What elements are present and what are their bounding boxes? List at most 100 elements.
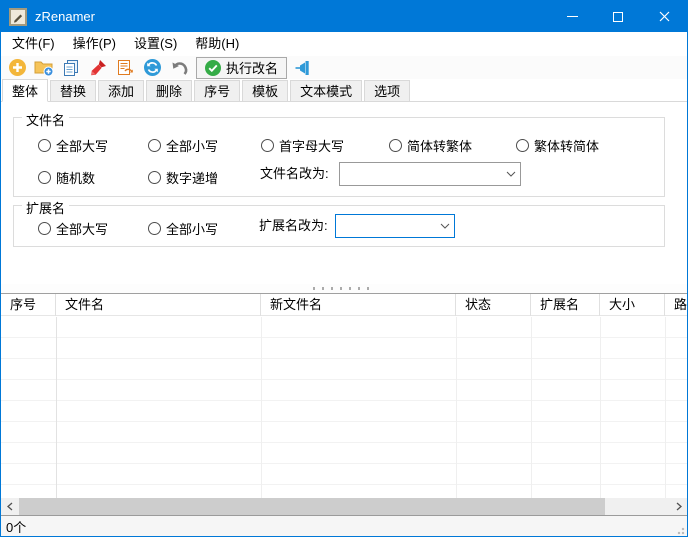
minimize-icon xyxy=(567,16,578,17)
tab-bar: 整体 替换 添加 删除 序号 模板 文本模式 选项 xyxy=(1,79,687,102)
radio-filename-lowercase[interactable]: 全部小写 xyxy=(148,136,218,155)
pin-icon xyxy=(294,60,314,76)
file-table: 序号 文件名 新文件名 状态 扩展名 大小 路径 xyxy=(1,293,687,516)
execute-rename-label: 执行改名 xyxy=(226,58,278,77)
chevron-down-icon[interactable] xyxy=(436,223,454,229)
title-bar: zRenamer xyxy=(1,1,687,32)
pin-button[interactable] xyxy=(294,58,314,78)
file-list-icon xyxy=(62,59,80,77)
menu-bar: 文件(F) 操作(P) 设置(S) 帮助(H) xyxy=(1,32,687,56)
radio-filename-capitalize[interactable]: 首字母大写 xyxy=(261,136,344,155)
extension-group-title: 扩展名 xyxy=(22,198,69,217)
radio-label: 全部大写 xyxy=(56,219,108,238)
column-divider xyxy=(665,317,666,499)
extension-combo[interactable] xyxy=(335,214,455,238)
menu-settings[interactable]: 设置(S) xyxy=(125,32,186,56)
radio-filename-traditional-to-simplified[interactable]: 繁体转简体 xyxy=(516,136,599,155)
tab-panel-whole: 文件名 全部大写 全部小写 首字母大写 简体转繁体 繁体转简体 xyxy=(1,102,687,284)
radio-circle-icon xyxy=(261,139,274,152)
horizontal-scrollbar[interactable] xyxy=(1,498,687,515)
radio-label: 全部大写 xyxy=(56,136,108,155)
undo-icon xyxy=(170,58,189,77)
column-header-size[interactable]: 大小 xyxy=(600,294,665,316)
radio-extension-uppercase[interactable]: 全部大写 xyxy=(38,219,108,238)
app-icon xyxy=(9,8,27,26)
minimize-button[interactable] xyxy=(549,1,595,32)
tab-delete[interactable]: 删除 xyxy=(146,80,192,101)
menu-help[interactable]: 帮助(H) xyxy=(186,32,248,56)
radio-filename-simplified-to-traditional[interactable]: 简体转繁体 xyxy=(389,136,472,155)
radio-filename-random-number[interactable]: 随机数 xyxy=(38,168,95,187)
add-files-icon xyxy=(8,58,27,77)
scrollbar-thumb[interactable] xyxy=(19,498,605,515)
add-folder-button[interactable] xyxy=(34,58,54,78)
close-button[interactable] xyxy=(641,1,687,32)
filename-groupbox: 文件名 全部大写 全部小写 首字母大写 简体转繁体 繁体转简体 xyxy=(13,117,665,197)
extension-groupbox: 扩展名 全部大写 全部小写 扩展名改为: xyxy=(13,205,665,247)
column-divider xyxy=(531,317,532,499)
file-count: 0个 xyxy=(1,517,26,536)
splitter[interactable] xyxy=(1,284,687,293)
filename-combo-label: 文件名改为: xyxy=(260,162,329,186)
radio-circle-icon xyxy=(148,171,161,184)
radio-circle-icon xyxy=(38,222,51,235)
pencil-icon xyxy=(12,11,24,23)
chevron-down-icon[interactable] xyxy=(502,171,520,177)
tab-number[interactable]: 序号 xyxy=(194,80,240,101)
table-header: 序号 文件名 新文件名 状态 扩展名 大小 路径 xyxy=(1,294,687,316)
scroll-right-arrow-icon[interactable] xyxy=(670,498,687,515)
column-header-extension[interactable]: 扩展名 xyxy=(531,294,600,316)
radio-label: 繁体转简体 xyxy=(534,136,599,155)
radio-circle-icon xyxy=(148,222,161,235)
column-header-index[interactable]: 序号 xyxy=(1,294,56,316)
tab-whole[interactable]: 整体 xyxy=(2,79,48,102)
tab-add[interactable]: 添加 xyxy=(98,80,144,101)
radio-filename-uppercase[interactable]: 全部大写 xyxy=(38,136,108,155)
tab-template[interactable]: 模板 xyxy=(242,80,288,101)
radio-label: 简体转繁体 xyxy=(407,136,472,155)
menu-operate[interactable]: 操作(P) xyxy=(64,32,125,56)
radio-extension-lowercase[interactable]: 全部小写 xyxy=(148,219,218,238)
status-bar: 0个 xyxy=(1,516,687,537)
radio-label: 数字递增 xyxy=(166,168,218,187)
radio-label: 随机数 xyxy=(56,168,95,187)
edit-list-button[interactable] xyxy=(115,58,135,78)
add-files-button[interactable] xyxy=(7,58,27,78)
clear-list-button[interactable] xyxy=(88,58,108,78)
maximize-button[interactable] xyxy=(595,1,641,32)
undo-button[interactable] xyxy=(169,58,189,78)
tab-options[interactable]: 选项 xyxy=(364,80,410,101)
window-title: zRenamer xyxy=(35,9,95,24)
refresh-button[interactable] xyxy=(142,58,162,78)
radio-filename-number-increment[interactable]: 数字递增 xyxy=(148,168,218,187)
radio-circle-icon xyxy=(516,139,529,152)
tab-replace[interactable]: 替换 xyxy=(50,80,96,101)
radio-label: 全部小写 xyxy=(166,136,218,155)
extension-combo-label: 扩展名改为: xyxy=(259,214,328,238)
column-divider xyxy=(456,317,457,499)
filename-combo[interactable] xyxy=(339,162,521,186)
clear-list-icon xyxy=(89,58,108,77)
execute-rename-button[interactable]: 执行改名 xyxy=(196,57,287,79)
splitter-grip-icon xyxy=(313,287,375,290)
radio-label: 首字母大写 xyxy=(279,136,344,155)
check-icon xyxy=(205,60,221,76)
maximize-icon xyxy=(613,12,623,22)
radio-label: 全部小写 xyxy=(166,219,218,238)
menu-file[interactable]: 文件(F) xyxy=(3,32,64,56)
tab-text-mode[interactable]: 文本模式 xyxy=(290,80,362,101)
filename-group-title: 文件名 xyxy=(22,110,69,129)
column-header-filename[interactable]: 文件名 xyxy=(56,294,261,316)
column-header-status[interactable]: 状态 xyxy=(456,294,531,316)
column-header-path[interactable]: 路径 xyxy=(665,294,687,316)
column-header-new-filename[interactable]: 新文件名 xyxy=(261,294,456,316)
file-list-button[interactable] xyxy=(61,58,81,78)
resize-grip-icon[interactable] xyxy=(675,525,685,535)
column-divider xyxy=(600,317,601,499)
scroll-left-arrow-icon[interactable] xyxy=(1,498,18,515)
window-controls xyxy=(549,1,687,32)
toolbar: 执行改名 xyxy=(1,56,687,79)
app-window: zRenamer 文件(F) 操作(P) 设置(S) 帮助(H) xyxy=(0,0,688,537)
table-body[interactable] xyxy=(1,317,687,499)
radio-circle-icon xyxy=(148,139,161,152)
